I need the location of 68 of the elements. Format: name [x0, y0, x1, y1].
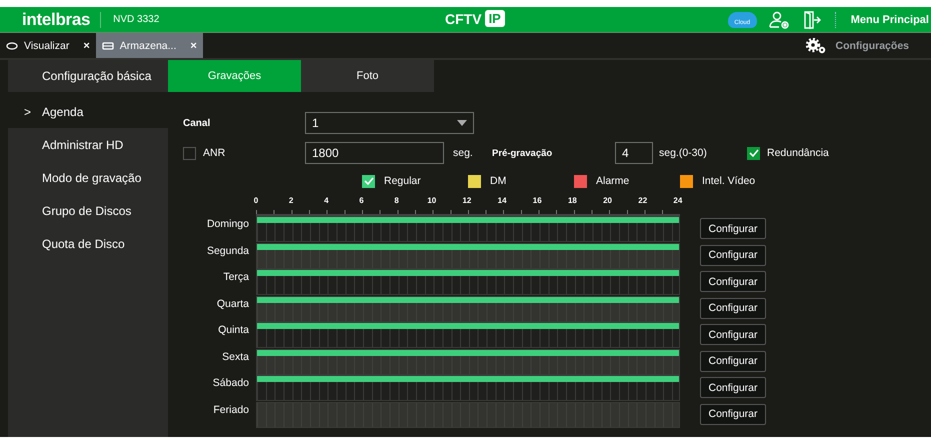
sub-tab[interactable]: Foto: [301, 60, 434, 92]
configure-button[interactable]: Configurar: [700, 404, 766, 424]
hour-label: 24: [672, 196, 684, 207]
hour-label: 20: [602, 196, 614, 207]
day-label: Domingo: [206, 217, 250, 230]
hour-label: 0: [252, 196, 260, 207]
hour-label: 16: [532, 196, 543, 207]
schedule-track[interactable]: [256, 348, 680, 374]
eye-icon: [6, 42, 18, 50]
close-tab-button[interactable]: ×: [83, 40, 90, 52]
configure-button[interactable]: Configurar: [700, 350, 766, 372]
anr-input[interactable]: 1800: [305, 142, 444, 164]
anr-label: ANR: [203, 147, 226, 159]
legend-label: Regular: [384, 175, 421, 187]
schedule-track[interactable]: [256, 216, 680, 242]
chevron-icon: >: [24, 104, 32, 118]
day-label: Sexta: [221, 350, 250, 362]
hour-label: 18: [566, 196, 578, 207]
caret-icon: [457, 120, 467, 126]
hour-label: 4: [323, 196, 330, 207]
sidebar-item[interactable]: Agenda >: [8, 95, 168, 128]
pre-record-label: Pré-gravação: [492, 148, 554, 158]
hour-label: 22: [637, 196, 648, 207]
hour-label: 12: [461, 196, 472, 207]
close-tab-button[interactable]: ×: [190, 40, 197, 52]
brand-logo: intelbras: [22, 12, 102, 28]
checkbox[interactable]: [183, 146, 196, 160]
pre-record-input[interactable]: 4: [615, 142, 653, 164]
day-label: Feriado: [212, 402, 250, 416]
channel-label: Canal: [183, 118, 212, 128]
day-label: Segunda: [206, 244, 250, 256]
configure-button[interactable]: Configurar: [700, 218, 766, 239]
checkbox[interactable]: [747, 146, 760, 160]
settings-link[interactable]: Configurações: [835, 40, 909, 52]
configure-button[interactable]: Configurar: [700, 324, 766, 345]
hour-label: 2: [288, 196, 294, 207]
day-label: Terça: [222, 270, 250, 283]
legend-label: DM: [490, 175, 506, 187]
logout-icon[interactable]: [802, 10, 821, 30]
schedule-track[interactable]: [256, 269, 680, 295]
schedule-track[interactable]: [256, 296, 680, 322]
day-label: Sábado: [212, 376, 250, 389]
unit-label: seg.: [453, 147, 474, 159]
schedule-track[interactable]: [256, 375, 680, 401]
legend-label: Alarme: [596, 175, 630, 187]
configure-button[interactable]: Configurar: [700, 377, 766, 398]
settings-icon[interactable]: [805, 38, 828, 54]
user-settings-icon[interactable]: [768, 10, 791, 30]
view-tab[interactable]: Armazena... ×: [96, 33, 203, 58]
configure-button[interactable]: Configurar: [700, 298, 766, 318]
channel-select[interactable]: 1: [305, 112, 474, 134]
legend-label: Intel. Vídeo: [702, 175, 756, 187]
cftv-logo: CFTV: [445, 10, 482, 26]
schedule-track[interactable]: [256, 242, 680, 268]
day-label: Quarta: [216, 296, 250, 310]
configure-button[interactable]: Configurar: [700, 271, 766, 292]
hour-label: 6: [358, 196, 365, 207]
hour-label: 14: [496, 196, 508, 207]
hour-label: 10: [426, 196, 438, 207]
logo-badge: IP: [484, 10, 505, 27]
unit-label: seg.(0-30): [659, 147, 708, 159]
schedule-track[interactable]: [256, 322, 680, 348]
configure-button[interactable]: Configurar: [700, 244, 766, 266]
redundancy-label: Redundância: [767, 147, 829, 159]
hour-label: 8: [393, 196, 400, 207]
schedule-track[interactable]: [256, 402, 680, 428]
day-label: Quinta: [217, 323, 250, 336]
device-model: NVD 3332: [113, 14, 160, 25]
